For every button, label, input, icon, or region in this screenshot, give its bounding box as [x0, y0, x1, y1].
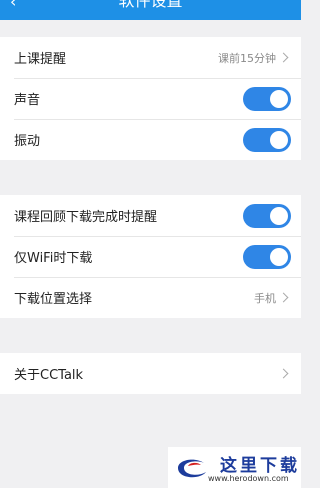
page-title: 软件设置 [118, 0, 183, 10]
about-label: 关于CCTalk [14, 368, 84, 383]
sound-toggle[interactable] [243, 86, 291, 111]
download-notify-row: 课程回顾下载完成时提醒 [0, 195, 301, 236]
download-notify-label: 课程回顾下载完成时提醒 [14, 210, 158, 225]
about-row[interactable]: 关于CCTalk [0, 353, 301, 394]
download-notify-toggle[interactable] [243, 203, 291, 228]
wifi-only-toggle[interactable] [243, 244, 291, 269]
sound-row: 声音 [0, 78, 301, 119]
download-location-label: 下载位置选择 [14, 292, 93, 307]
vibrate-toggle[interactable] [243, 127, 291, 152]
chevron-right-icon [278, 292, 289, 303]
class-reminder-row[interactable]: 上课提醒 课前15分钟 [0, 37, 301, 78]
watermark: 这里下载 www.herodown.com [168, 447, 301, 488]
reminder-settings-group: 上课提醒 课前15分钟 声音 振动 [0, 37, 301, 160]
vibrate-row: 振动 [0, 119, 301, 160]
toggle-knob [270, 130, 288, 149]
watermark-text: 这里下载 [220, 456, 300, 476]
chevron-right-icon [278, 368, 289, 379]
vibrate-label: 振动 [14, 134, 41, 149]
title-bar: ‹ 软件设置 [0, 0, 301, 20]
download-location-value: 手机 [254, 291, 276, 305]
toggle-knob [270, 89, 288, 108]
wifi-only-label: 仅WiFi时下载 [14, 251, 93, 266]
watermark-logo-icon [178, 459, 206, 478]
download-location-row[interactable]: 下载位置选择 手机 [0, 277, 301, 318]
toggle-knob [270, 206, 288, 225]
watermark-url: www.herodown.com [208, 474, 289, 483]
class-reminder-value: 课前15分钟 [218, 51, 276, 65]
sound-label: 声音 [14, 93, 41, 108]
about-group: 关于CCTalk [0, 353, 301, 394]
chevron-right-icon [278, 52, 289, 63]
wifi-only-row: 仅WiFi时下载 [0, 236, 301, 277]
download-settings-group: 课程回顾下载完成时提醒 仅WiFi时下载 下载位置选择 手机 [0, 195, 301, 318]
toggle-knob [270, 247, 288, 266]
class-reminder-label: 上课提醒 [14, 52, 67, 67]
